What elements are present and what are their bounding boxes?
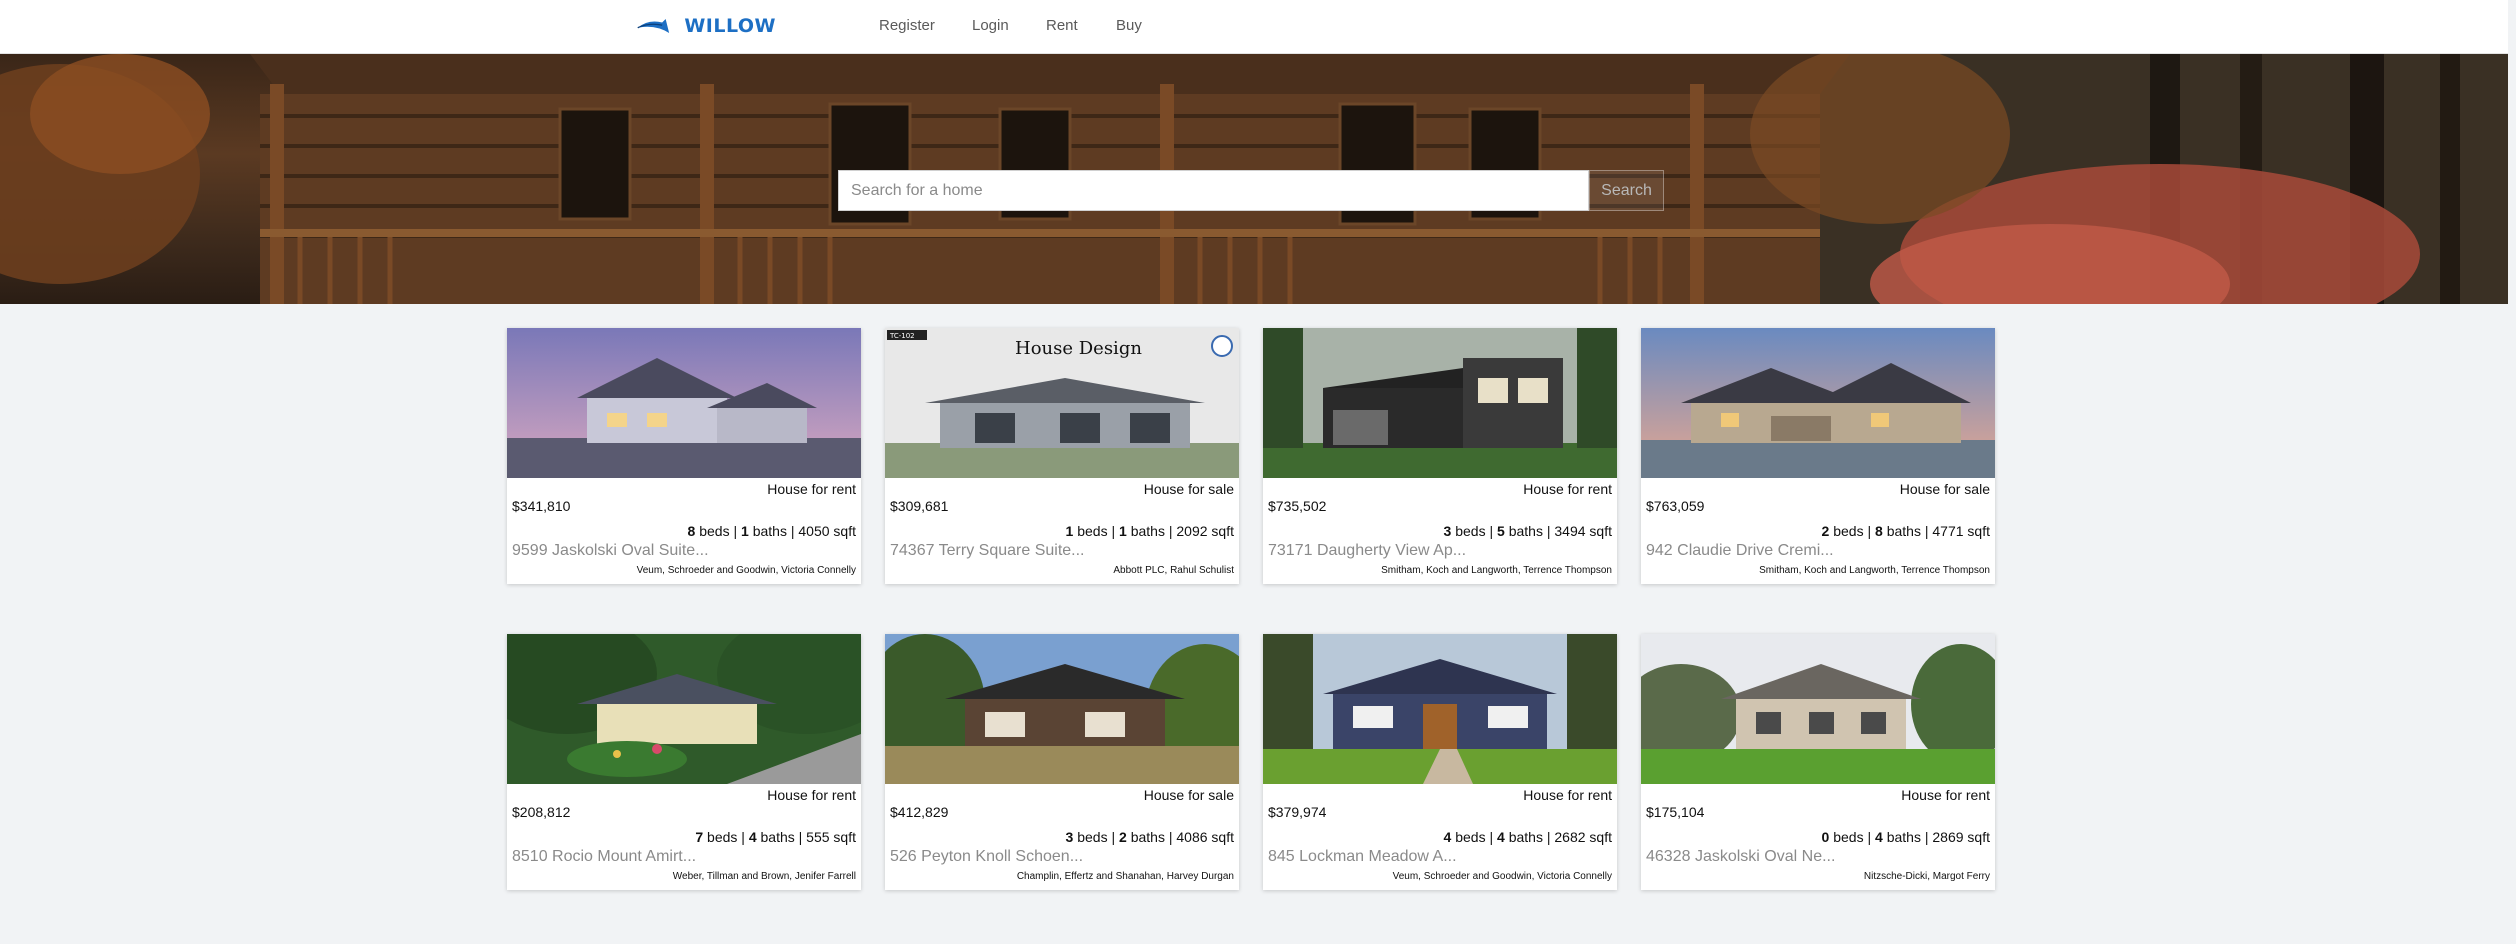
listing-photo — [507, 328, 861, 478]
top-navbar: WILLOW Register Login Rent Buy — [0, 0, 2508, 54]
listing-type: House for rent — [1523, 787, 1612, 803]
listing-type: House for sale — [1899, 481, 1990, 497]
listing-photo: TC-102 House Design — [885, 328, 1239, 478]
listing-agent: Veum, Schroeder and Goodwin, Victoria Co… — [1392, 871, 1612, 882]
listing-type: House for rent — [1523, 481, 1612, 497]
listing-photo — [1263, 634, 1617, 784]
nav-login-link[interactable]: Login — [972, 17, 1009, 34]
listing-photo — [1263, 328, 1617, 478]
listing-address: 74367 Terry Square Suite... — [890, 542, 1085, 559]
listing-address: 8510 Rocio Mount Amirt... — [512, 848, 697, 865]
listing-price: $309,681 — [890, 498, 949, 514]
listing-address: 46328 Jaskolski Oval Ne... — [1646, 848, 1836, 865]
listing-specs: 4 beds | 4 baths | 2682 sqft — [1443, 829, 1612, 845]
listing-card[interactable]: House for rent $175,104 0 beds | 4 baths… — [1641, 634, 1995, 890]
nav-register-link[interactable]: Register — [879, 17, 935, 34]
listing-card[interactable]: House for sale $412,829 3 beds | 2 baths… — [885, 634, 1239, 890]
listing-price: $208,812 — [512, 804, 571, 820]
listing-specs: 2 beds | 8 baths | 4771 sqft — [1821, 523, 1990, 539]
wave-logo-icon — [637, 19, 670, 33]
listing-photo — [1641, 634, 1995, 784]
listing-photo — [1641, 328, 1995, 478]
listing-agent: Champlin, Effertz and Shanahan, Harvey D… — [1016, 871, 1234, 882]
hero-banner: Search — [0, 54, 2508, 304]
listing-type: House for rent — [767, 787, 856, 803]
listing-address: 845 Lockman Meadow A... — [1268, 848, 1457, 865]
search-input[interactable] — [838, 170, 1589, 211]
listing-agent: Veum, Schroeder and Goodwin, Victoria Co… — [636, 565, 856, 576]
listing-address: 526 Peyton Knoll Schoen... — [890, 848, 1084, 865]
listing-agent: Smitham, Koch and Langworth, Terrence Th… — [1381, 565, 1612, 576]
listing-price: $763,059 — [1646, 498, 1705, 514]
listing-specs: 7 beds | 4 baths | 555 sqft — [695, 829, 856, 845]
listing-agent: Weber, Tillman and Brown, Jenifer Farrel… — [672, 871, 856, 882]
listing-type: House for rent — [1901, 787, 1990, 803]
listing-card[interactable]: House for rent $341,810 8 beds | 1 baths… — [507, 328, 861, 584]
willow-logo[interactable]: WILLOW — [636, 6, 776, 46]
listing-price: $379,974 — [1268, 804, 1327, 820]
listing-card[interactable]: House for sale $763,059 2 beds | 8 baths… — [1641, 328, 1995, 584]
listing-address: 73171 Daugherty View Ap... — [1268, 542, 1467, 559]
listing-type: House for sale — [1143, 787, 1234, 803]
listing-specs: 3 beds | 5 baths | 3494 sqft — [1443, 523, 1612, 539]
listing-specs: 8 beds | 1 baths | 4050 sqft — [687, 523, 856, 539]
listing-type: House for rent — [767, 481, 856, 497]
image-caption: House Design — [1015, 338, 1142, 359]
listing-address: 942 Claudie Drive Cremi... — [1646, 542, 1834, 559]
search-button[interactable]: Search — [1589, 170, 1664, 211]
listing-photo — [885, 634, 1239, 784]
nav-rent-link[interactable]: Rent — [1046, 17, 1078, 34]
listing-price: $735,502 — [1268, 498, 1327, 514]
listing-price: $412,829 — [890, 804, 949, 820]
listing-card[interactable]: House for rent $379,974 4 beds | 4 baths… — [1263, 634, 1617, 890]
listing-price: $341,810 — [512, 498, 571, 514]
nav-buy-link[interactable]: Buy — [1116, 17, 1142, 34]
brand-name: WILLOW — [684, 15, 776, 37]
listing-specs: 0 beds | 4 baths | 2869 sqft — [1821, 829, 1990, 845]
listing-specs: 3 beds | 2 baths | 4086 sqft — [1065, 829, 1234, 845]
listing-card[interactable]: House for rent $208,812 7 beds | 4 baths… — [507, 634, 861, 890]
listing-card[interactable]: House for rent $735,502 3 beds | 5 baths… — [1263, 328, 1617, 584]
listing-agent: Abbott PLC, Rahul Schulist — [1113, 565, 1234, 576]
listing-type: House for sale — [1143, 481, 1234, 497]
listing-photo — [507, 634, 861, 784]
listing-specs: 1 beds | 1 baths | 2092 sqft — [1065, 523, 1234, 539]
listing-price: $175,104 — [1646, 804, 1705, 820]
listing-address: 9599 Jaskolski Oval Suite... — [512, 542, 709, 559]
listing-agent: Nitzsche-Dicki, Margot Ferry — [1863, 871, 1990, 882]
listing-agent: Smitham, Koch and Langworth, Terrence Th… — [1759, 565, 1990, 576]
image-tag: TC-102 — [889, 332, 915, 340]
listing-card[interactable]: TC-102 House Design House for sale $309,… — [885, 328, 1239, 584]
